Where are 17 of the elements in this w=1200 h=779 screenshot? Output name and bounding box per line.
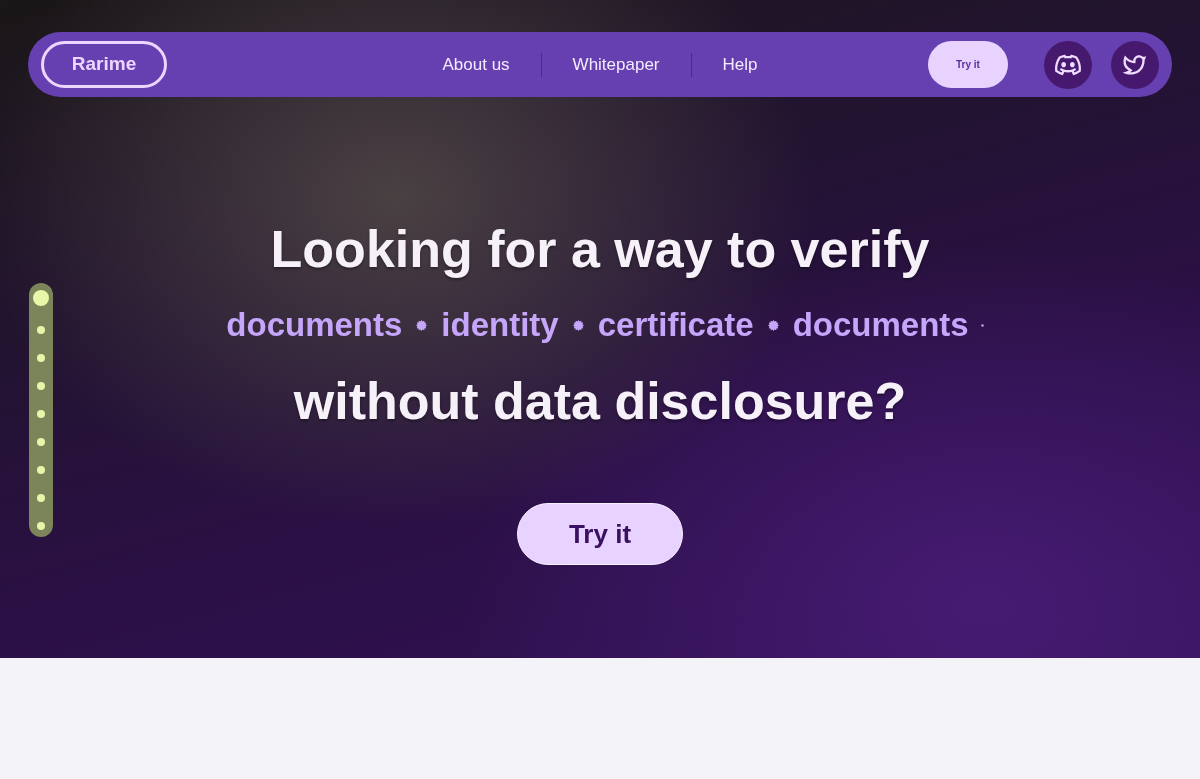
rotating-word: documents: [226, 305, 403, 345]
nav-link[interactable]: Help: [722, 51, 758, 78]
nav-link[interactable]: Whitepaper: [572, 51, 660, 78]
rotating-word: documents: [792, 305, 969, 345]
rotating-word: identity: [441, 305, 559, 345]
star-icon: [416, 319, 428, 331]
rotating-word: certificate: [597, 305, 754, 345]
headline: Looking for a way to verify: [270, 219, 930, 280]
twitter-button[interactable]: [1111, 40, 1159, 89]
discord-button[interactable]: [1044, 40, 1092, 89]
nav-link[interactable]: About us: [442, 51, 510, 78]
try-it-button[interactable]: Try it: [517, 503, 683, 565]
star-icon: [572, 319, 584, 331]
star-icon: [767, 319, 779, 331]
headline: without data disclosure?: [293, 371, 907, 432]
try-it-button[interactable]: Try it: [928, 41, 1008, 88]
logo-button[interactable]: Rarime: [41, 41, 167, 88]
